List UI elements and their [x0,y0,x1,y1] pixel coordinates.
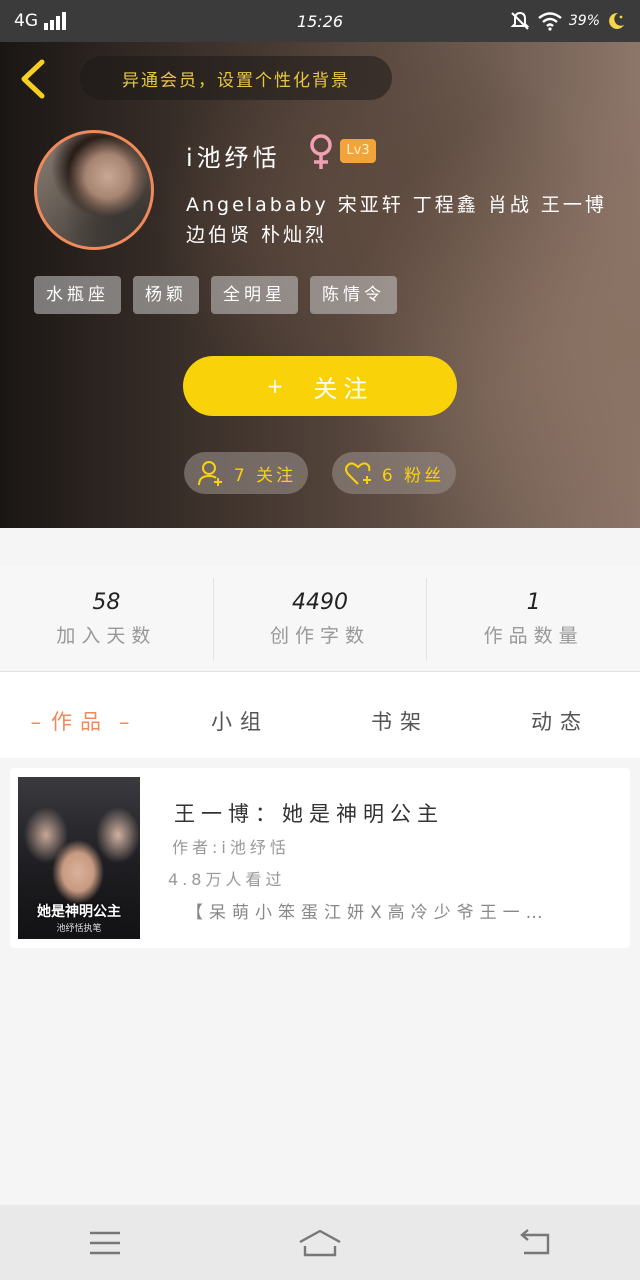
avatar[interactable] [34,130,154,250]
tag-list: 水瓶座 杨颖 全明星 陈情令 [34,276,397,314]
battery-level: 39% [568,13,600,29]
stat-label: 加入天数 [56,625,157,647]
stat-join-days: 58 加入天数 [0,578,214,660]
favorite-stars: Angelababy 宋亚轩 丁程鑫 肖战 王一博 边伯贤 朴灿烈 [186,194,607,246]
signal-icon [44,12,66,30]
following-button[interactable]: 7 关注 [184,452,308,494]
tab-bookshelf[interactable]: 书架 [320,694,480,736]
work-card[interactable]: 她是神明公主 池纾恬执笔 王一博：她是神明公主 作者:i池纾恬 4.8万人看过 … [10,768,630,948]
tab-label: 小组 [211,710,269,734]
fans-button[interactable]: 6 粉丝 [332,452,456,494]
tag-item: 水瓶座 [34,276,121,314]
status-left: 4G [14,11,66,31]
tab-activity[interactable]: 动态 [480,694,640,736]
cover-subtitle: 池纾恬执笔 [56,924,102,934]
back-icon[interactable] [14,56,54,102]
plus-icon: + [266,374,290,398]
home-icon[interactable] [297,1228,343,1258]
wifi-icon [538,12,562,31]
tab-label: 动态 [531,710,589,734]
work-cover[interactable]: 她是神明公主 池纾恬执笔 [18,777,140,939]
moon-star-icon [609,12,624,29]
heart-plus-icon [344,462,371,485]
tag-item: 杨颖 [133,276,199,314]
stat-value: 1 [526,590,541,615]
work-title: 王一博：她是神明公主 [174,802,444,826]
mute-alarm-icon [510,11,530,30]
network-label: 4G [14,11,38,31]
follow-button[interactable]: + 关注 [183,356,457,416]
tab-label: 作品 [51,710,109,734]
stats-panel: 58 加入天数 4490 创作字数 1 作品数量 [0,566,640,672]
menu-icon[interactable] [88,1230,122,1256]
work-author: 作者:i池纾恬 [172,838,290,857]
stat-label: 作品数量 [483,625,584,647]
tab-groups[interactable]: 小组 [160,694,320,736]
status-bar: 4G 15:26 39% [0,0,640,42]
status-right: 39% [509,10,626,32]
tag-item: 全明星 [211,276,298,314]
fans-count: 6 粉丝 [381,465,445,486]
system-nav-bar [0,1205,640,1280]
tag-item: 陈情令 [310,276,397,314]
following-count: 7 关注 [233,465,297,486]
female-icon [310,134,332,169]
stat-value: 58 [92,590,121,615]
stat-value: 4490 [292,590,348,615]
work-views: 4.8万人看过 [168,870,286,889]
return-icon[interactable] [518,1228,552,1257]
add-user-icon [197,461,222,486]
work-description: 【呆萌小笨蛋江妍X高冷少爷王一… [186,903,549,923]
cover-title: 她是神明公主 [37,904,121,920]
tab-label: 书架 [371,710,429,734]
tab-bar: – 作品 – 小组 书架 动态 [0,672,640,758]
level-badge: Lv3 [340,139,376,163]
profile-header: 异通会员，设置个性化背景 i池纾恬 Lv3 Angelababy 宋亚轩 丁程鑫… [0,42,640,528]
stat-works-count: 1 作品数量 [427,578,640,660]
stat-label: 创作字数 [270,625,371,647]
username: i池纾恬 [186,144,281,172]
tab-works[interactable]: – 作品 – [0,694,160,736]
background-setting-tip[interactable]: 异通会员，设置个性化背景 [80,56,392,100]
follow-label: 关注 [313,374,374,403]
stat-word-count: 4490 创作字数 [214,578,428,660]
